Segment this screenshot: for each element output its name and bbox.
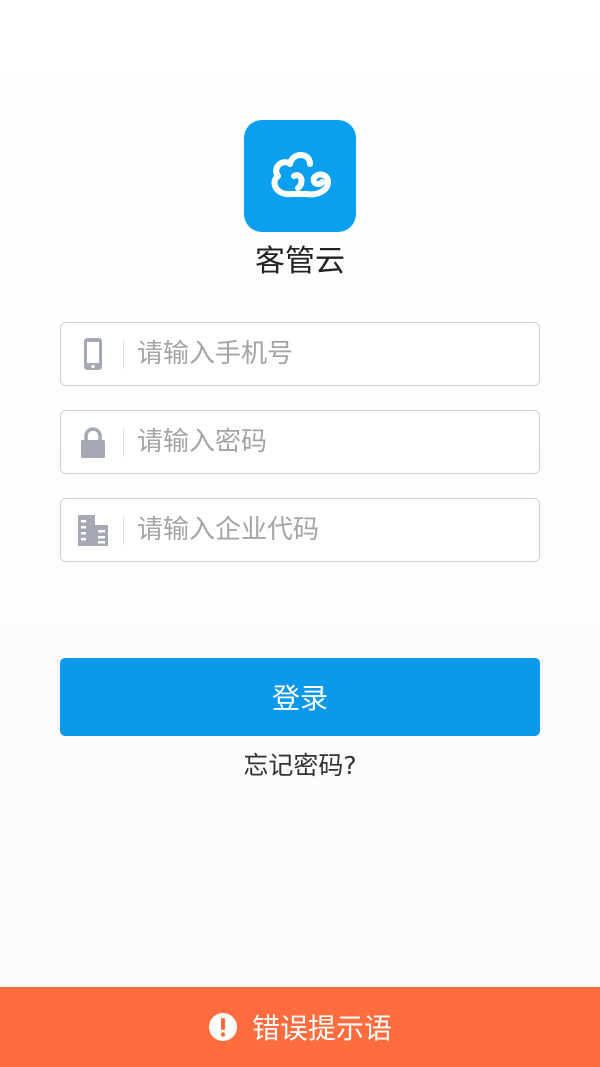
password-field[interactable] — [60, 410, 540, 474]
password-input[interactable] — [137, 411, 527, 473]
field-divider — [123, 427, 124, 457]
cloud-logo-icon — [271, 152, 331, 198]
company-code-field[interactable] — [60, 498, 540, 562]
phone-input[interactable] — [137, 323, 527, 385]
field-divider — [123, 515, 124, 545]
login-button[interactable]: 登录 — [60, 658, 540, 736]
exclamation-circle-icon — [208, 1012, 238, 1042]
app-name: 客管云 — [255, 244, 345, 279]
forgot-password-link[interactable]: 忘记密码? — [0, 746, 600, 786]
error-banner: 错误提示语 — [0, 987, 600, 1067]
error-message: 错误提示语 — [251, 1012, 392, 1045]
company-code-input[interactable] — [137, 499, 527, 561]
building-icon — [75, 512, 111, 548]
phone-field[interactable] — [60, 322, 540, 386]
app-logo — [244, 120, 356, 232]
phone-icon — [75, 336, 111, 372]
field-divider — [123, 339, 124, 369]
lock-icon — [75, 424, 111, 460]
